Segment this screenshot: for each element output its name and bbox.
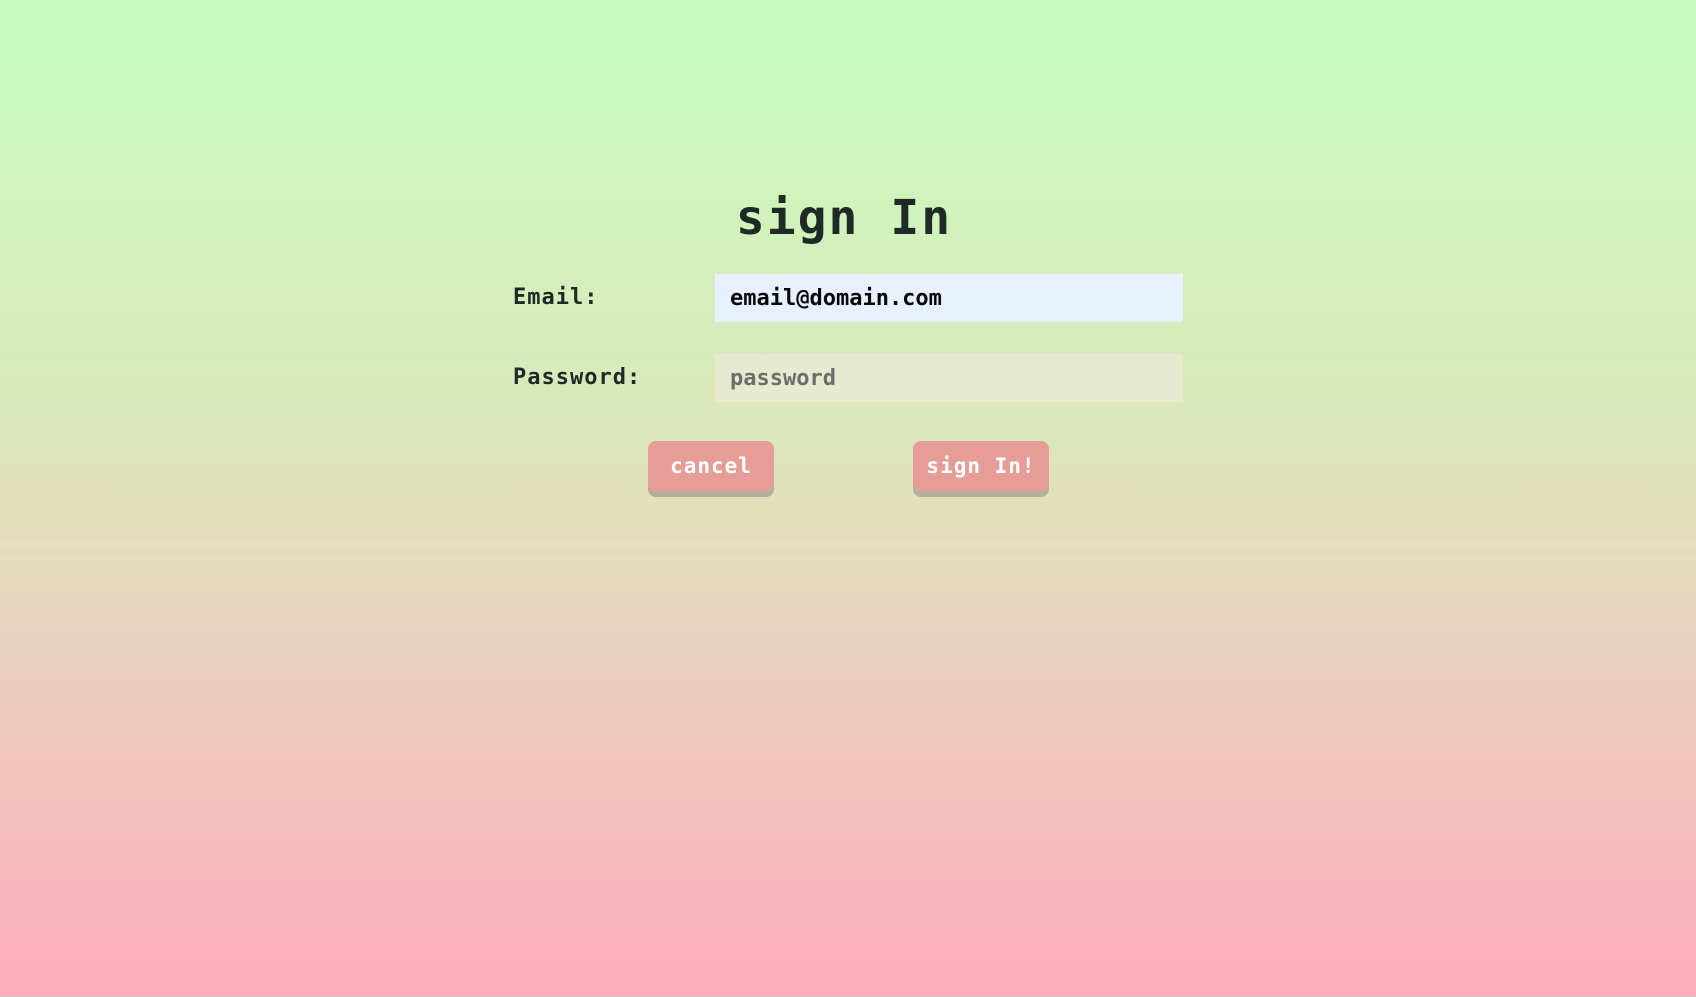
cancel-button[interactable]: cancel bbox=[648, 441, 774, 491]
password-label: Password: bbox=[513, 365, 642, 390]
password-field[interactable] bbox=[715, 354, 1183, 402]
email-label: Email: bbox=[513, 285, 599, 310]
sign-in-button[interactable]: sign In! bbox=[913, 441, 1049, 491]
email-field[interactable] bbox=[715, 274, 1183, 322]
page-title: sign In bbox=[735, 190, 953, 246]
page-background: sign In Email: Password: cancel sign In! bbox=[0, 0, 1696, 996]
